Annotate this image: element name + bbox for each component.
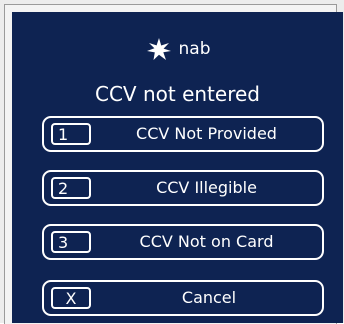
key-badge: 3: [51, 231, 91, 253]
key-badge: 1: [51, 123, 91, 145]
ccv-illegible-button[interactable]: 2 CCV Illegible: [42, 170, 324, 206]
ccv-not-provided-button[interactable]: 1 CCV Not Provided: [42, 116, 324, 152]
cancel-button[interactable]: X Cancel: [42, 280, 324, 316]
brand-name: nab: [178, 39, 211, 59]
option-label: CCV Illegible: [156, 178, 257, 197]
key-badge: X: [51, 287, 91, 309]
option-label: CCV Not Provided: [136, 124, 277, 143]
window-frame: nab CCV not entered 1 CCV Not Provided 2…: [0, 0, 344, 324]
brand-logo: nab: [12, 36, 343, 62]
key-badge: 2: [51, 177, 91, 199]
star-icon: [146, 38, 171, 60]
dialog-title: CCV not entered: [95, 82, 260, 106]
cancel-label: Cancel: [181, 288, 237, 307]
ccv-dialog: nab CCV not entered 1 CCV Not Provided 2…: [12, 12, 343, 323]
ccv-not-on-card-button[interactable]: 3 CCV Not on Card: [42, 224, 324, 260]
option-label: CCV Not on Card: [139, 232, 274, 251]
